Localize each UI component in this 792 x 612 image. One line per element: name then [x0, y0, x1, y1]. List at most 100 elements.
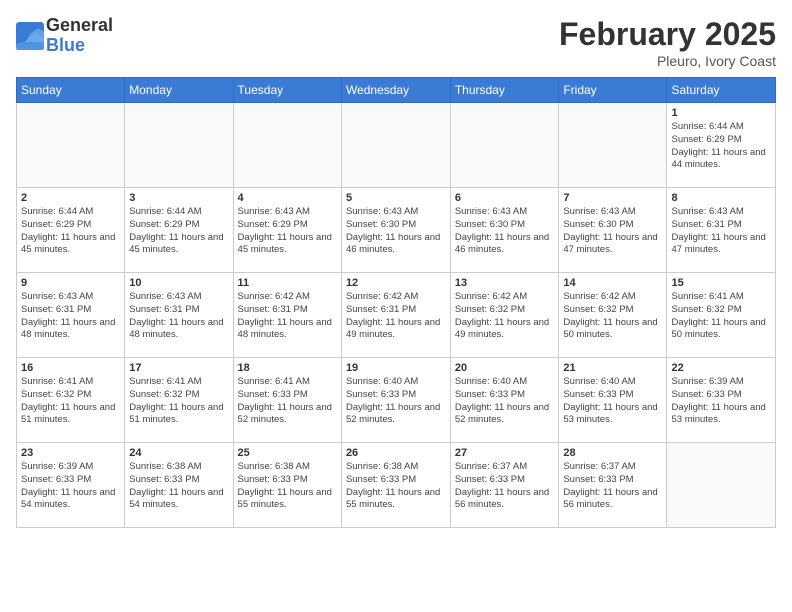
day-number: 27: [455, 447, 555, 459]
day-number: 10: [129, 277, 228, 289]
day-info: Sunrise: 6:41 AM Sunset: 6:32 PM Dayligh…: [671, 291, 771, 342]
calendar-cell: 19 Sunrise: 6:40 AM Sunset: 6:33 PM Dayli…: [341, 358, 450, 443]
day-info: Sunrise: 6:39 AM Sunset: 6:33 PM Dayligh…: [21, 461, 120, 512]
calendar-cell: 6 Sunrise: 6:43 AM Sunset: 6:30 PM Daylig…: [450, 188, 559, 273]
calendar-cell: 1 Sunrise: 6:44 AM Sunset: 6:29 PM Daylig…: [667, 103, 776, 188]
month-title: February 2025: [559, 16, 776, 53]
calendar-cell: 21Sunrise: 6:40 AM Sunset: 6:33 PM Dayli…: [559, 358, 667, 443]
day-info: Sunrise: 6:41 AM Sunset: 6:32 PM Dayligh…: [129, 376, 228, 427]
day-number: 1: [671, 107, 771, 119]
calendar-cell: 8 Sunrise: 6:43 AM Sunset: 6:31 PM Daylig…: [667, 188, 776, 273]
weekday-header-monday: Monday: [125, 78, 233, 103]
day-info: Sunrise: 6:40 AM Sunset: 6:33 PM Dayligh…: [563, 376, 662, 427]
logo: General Blue: [16, 16, 113, 56]
calendar-cell: 20 Sunrise: 6:40 AM Sunset: 6:33 PM Dayli…: [450, 358, 559, 443]
week-row-4: 16 Sunrise: 6:41 AM Sunset: 6:32 PM Dayli…: [17, 358, 776, 443]
weekday-header-sunday: Sunday: [17, 78, 125, 103]
day-number: 16: [21, 362, 120, 374]
calendar-cell: 10Sunrise: 6:43 AM Sunset: 6:31 PM Dayli…: [125, 273, 233, 358]
logo-general-text: General: [46, 16, 113, 36]
day-info: Sunrise: 6:43 AM Sunset: 6:29 PM Dayligh…: [238, 206, 337, 257]
day-info: Sunrise: 6:39 AM Sunset: 6:33 PM Dayligh…: [671, 376, 771, 427]
day-number: 22: [671, 362, 771, 374]
weekday-header-wednesday: Wednesday: [341, 78, 450, 103]
calendar-cell: 17 Sunrise: 6:41 AM Sunset: 6:32 PM Dayli…: [125, 358, 233, 443]
day-info: Sunrise: 6:43 AM Sunset: 6:30 PM Dayligh…: [455, 206, 555, 257]
day-number: 24: [129, 447, 228, 459]
logo-icon: [16, 22, 44, 50]
day-info: Sunrise: 6:42 AM Sunset: 6:32 PM Dayligh…: [563, 291, 662, 342]
day-info: Sunrise: 6:44 AM Sunset: 6:29 PM Dayligh…: [129, 206, 228, 257]
day-info: Sunrise: 6:44 AM Sunset: 6:29 PM Dayligh…: [21, 206, 120, 257]
week-row-2: 2 Sunrise: 6:44 AM Sunset: 6:29 PM Daylig…: [17, 188, 776, 273]
day-number: 25: [238, 447, 337, 459]
title-block: February 2025 Pleuro, Ivory Coast: [559, 16, 776, 69]
calendar-cell: 22 Sunrise: 6:39 AM Sunset: 6:33 PM Dayli…: [667, 358, 776, 443]
calendar-cell: 12 Sunrise: 6:42 AM Sunset: 6:31 PM Dayli…: [341, 273, 450, 358]
day-info: Sunrise: 6:40 AM Sunset: 6:33 PM Dayligh…: [346, 376, 446, 427]
calendar-cell: [233, 103, 341, 188]
day-number: 23: [21, 447, 120, 459]
day-number: 4: [238, 192, 337, 204]
calendar-cell: 13 Sunrise: 6:42 AM Sunset: 6:32 PM Dayli…: [450, 273, 559, 358]
day-info: Sunrise: 6:37 AM Sunset: 6:33 PM Dayligh…: [563, 461, 662, 512]
calendar-table: SundayMondayTuesdayWednesdayThursdayFrid…: [16, 77, 776, 528]
day-info: Sunrise: 6:41 AM Sunset: 6:33 PM Dayligh…: [238, 376, 337, 427]
day-number: 8: [671, 192, 771, 204]
calendar-cell: 7Sunrise: 6:43 AM Sunset: 6:30 PM Daylig…: [559, 188, 667, 273]
calendar-cell: 9 Sunrise: 6:43 AM Sunset: 6:31 PM Daylig…: [17, 273, 125, 358]
calendar-cell: [450, 103, 559, 188]
day-info: Sunrise: 6:41 AM Sunset: 6:32 PM Dayligh…: [21, 376, 120, 427]
day-info: Sunrise: 6:38 AM Sunset: 6:33 PM Dayligh…: [238, 461, 337, 512]
calendar-cell: [559, 103, 667, 188]
weekday-header-saturday: Saturday: [667, 78, 776, 103]
day-number: 18: [238, 362, 337, 374]
week-row-5: 23 Sunrise: 6:39 AM Sunset: 6:33 PM Dayli…: [17, 443, 776, 528]
day-info: Sunrise: 6:40 AM Sunset: 6:33 PM Dayligh…: [455, 376, 555, 427]
location-title: Pleuro, Ivory Coast: [559, 53, 776, 69]
calendar-cell: 18 Sunrise: 6:41 AM Sunset: 6:33 PM Dayli…: [233, 358, 341, 443]
calendar-cell: 4 Sunrise: 6:43 AM Sunset: 6:29 PM Daylig…: [233, 188, 341, 273]
page-header: General Blue February 2025 Pleuro, Ivory…: [16, 16, 776, 69]
day-number: 19: [346, 362, 446, 374]
calendar-cell: 28 Sunrise: 6:37 AM Sunset: 6:33 PM Dayli…: [559, 443, 667, 528]
calendar-cell: 15 Sunrise: 6:41 AM Sunset: 6:32 PM Dayli…: [667, 273, 776, 358]
day-info: Sunrise: 6:42 AM Sunset: 6:32 PM Dayligh…: [455, 291, 555, 342]
weekday-header-thursday: Thursday: [450, 78, 559, 103]
logo-blue-text: Blue: [46, 36, 113, 56]
day-info: Sunrise: 6:42 AM Sunset: 6:31 PM Dayligh…: [346, 291, 446, 342]
day-info: Sunrise: 6:44 AM Sunset: 6:29 PM Dayligh…: [671, 121, 771, 172]
day-number: 6: [455, 192, 555, 204]
day-number: 13: [455, 277, 555, 289]
day-number: 11: [238, 277, 337, 289]
day-number: 17: [129, 362, 228, 374]
day-number: 28: [563, 447, 662, 459]
calendar-cell: 14 Sunrise: 6:42 AM Sunset: 6:32 PM Dayli…: [559, 273, 667, 358]
calendar-cell: 3 Sunrise: 6:44 AM Sunset: 6:29 PM Daylig…: [125, 188, 233, 273]
day-number: 20: [455, 362, 555, 374]
calendar-cell: [17, 103, 125, 188]
day-number: 15: [671, 277, 771, 289]
day-number: 3: [129, 192, 228, 204]
week-row-3: 9 Sunrise: 6:43 AM Sunset: 6:31 PM Daylig…: [17, 273, 776, 358]
day-info: Sunrise: 6:43 AM Sunset: 6:31 PM Dayligh…: [21, 291, 120, 342]
day-info: Sunrise: 6:37 AM Sunset: 6:33 PM Dayligh…: [455, 461, 555, 512]
calendar-cell: 27 Sunrise: 6:37 AM Sunset: 6:33 PM Dayli…: [450, 443, 559, 528]
day-number: 9: [21, 277, 120, 289]
day-info: Sunrise: 6:43 AM Sunset: 6:30 PM Dayligh…: [346, 206, 446, 257]
weekday-header-tuesday: Tuesday: [233, 78, 341, 103]
day-number: 26: [346, 447, 446, 459]
day-info: Sunrise: 6:42 AM Sunset: 6:31 PM Dayligh…: [238, 291, 337, 342]
logo-text: General Blue: [46, 16, 113, 56]
day-number: 14: [563, 277, 662, 289]
calendar-cell: 2 Sunrise: 6:44 AM Sunset: 6:29 PM Daylig…: [17, 188, 125, 273]
calendar-cell: 25 Sunrise: 6:38 AM Sunset: 6:33 PM Dayli…: [233, 443, 341, 528]
day-info: Sunrise: 6:38 AM Sunset: 6:33 PM Dayligh…: [129, 461, 228, 512]
calendar-cell: 26Sunrise: 6:38 AM Sunset: 6:33 PM Dayli…: [341, 443, 450, 528]
day-number: 12: [346, 277, 446, 289]
calendar-cell: 16 Sunrise: 6:41 AM Sunset: 6:32 PM Dayli…: [17, 358, 125, 443]
day-info: Sunrise: 6:43 AM Sunset: 6:31 PM Dayligh…: [671, 206, 771, 257]
day-number: 2: [21, 192, 120, 204]
day-number: 5: [346, 192, 446, 204]
calendar-cell: [341, 103, 450, 188]
